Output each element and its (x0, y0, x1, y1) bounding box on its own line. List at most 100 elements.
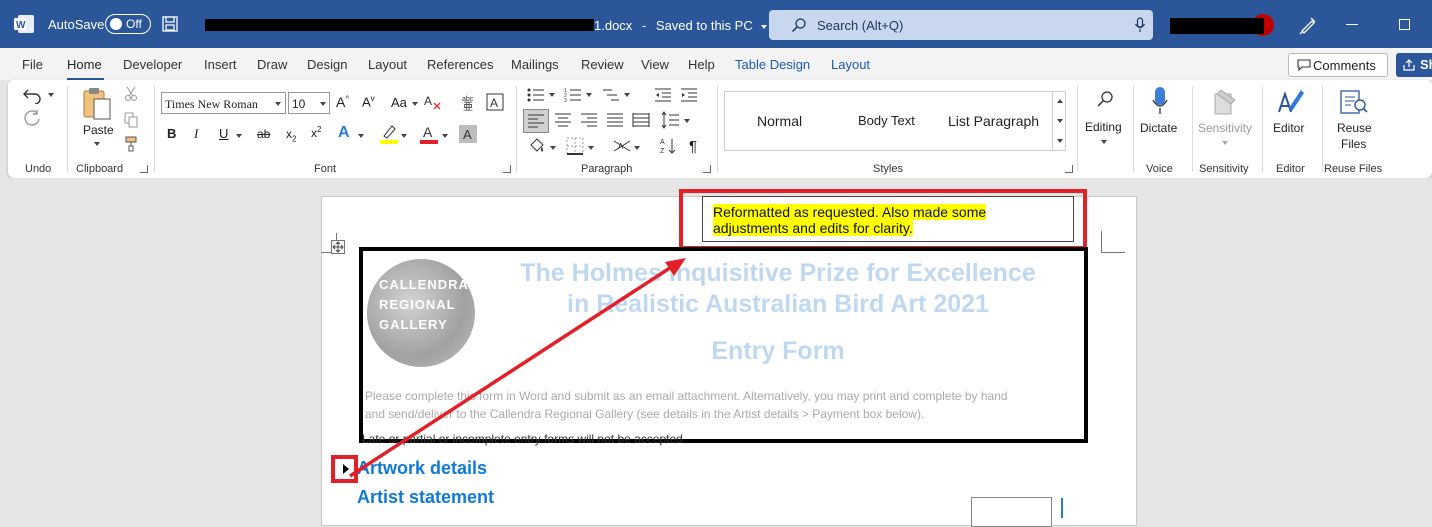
asian-layout-icon[interactable]: A (612, 137, 632, 155)
increase-indent-icon[interactable] (680, 87, 698, 103)
more-styles-icon[interactable] (1057, 139, 1063, 143)
tab-draw[interactable]: Draw (257, 57, 287, 72)
dialog-launcher-icon[interactable] (703, 165, 711, 173)
share-button[interactable]: Sh (1396, 53, 1432, 77)
chevron-down-icon[interactable] (1222, 141, 1228, 145)
font-name-select[interactable]: Times New Roman (161, 92, 286, 114)
distributed-icon[interactable] (632, 112, 650, 128)
grow-font-icon[interactable]: A^ (336, 94, 349, 110)
numbering-icon[interactable]: 123 (564, 87, 582, 103)
dialog-launcher-icon[interactable] (140, 165, 148, 173)
justify-icon[interactable] (606, 112, 624, 128)
multilevel-list-icon[interactable] (602, 87, 620, 103)
tab-references[interactable]: References (427, 57, 493, 72)
autosave-toggle[interactable]: Off (105, 14, 151, 34)
save-icon[interactable] (162, 16, 178, 32)
tab-design[interactable]: Design (307, 57, 347, 72)
subscript-icon[interactable]: x2 (286, 127, 296, 143)
text-effects-icon[interactable]: A (338, 124, 350, 142)
style-list-paragraph[interactable]: List Paragraph (948, 113, 1039, 129)
font-size-select[interactable]: 10 (288, 92, 330, 114)
reuse-files-label-2[interactable]: Files (1341, 137, 1366, 151)
dictate-button[interactable]: Dictate (1140, 121, 1177, 135)
bullets-icon[interactable] (527, 87, 545, 103)
tab-table-layout[interactable]: Layout (831, 57, 870, 72)
maximize-button[interactable] (1399, 19, 1410, 30)
tab-view[interactable]: View (641, 57, 669, 72)
format-painter-icon[interactable] (124, 136, 138, 152)
character-shading-icon[interactable]: A (459, 125, 477, 143)
minimize-button[interactable] (1346, 24, 1358, 25)
superscript-icon[interactable]: x2 (311, 125, 321, 140)
shrink-font-icon[interactable]: Av (362, 94, 375, 109)
bold-icon[interactable]: B (167, 126, 176, 141)
shading-icon[interactable] (528, 137, 546, 155)
chevron-down-icon[interactable] (412, 102, 418, 106)
sensitivity-icon[interactable] (1213, 88, 1237, 116)
pen-icon[interactable] (1298, 15, 1318, 35)
heading-artwork-details[interactable]: Artwork details (357, 458, 487, 479)
copy-icon[interactable] (124, 112, 138, 128)
chevron-down-icon[interactable] (442, 134, 448, 138)
chevron-down-icon[interactable] (624, 93, 630, 97)
text-box-frame[interactable] (971, 497, 1052, 527)
character-border-icon[interactable]: A (486, 93, 504, 111)
chevron-down-icon[interactable] (358, 134, 364, 138)
chevron-down-icon[interactable] (634, 146, 640, 150)
reuse-files-icon[interactable] (1339, 88, 1369, 116)
tab-help[interactable]: Help (688, 57, 715, 72)
borders-icon[interactable] (566, 137, 584, 155)
find-icon[interactable] (1096, 90, 1114, 108)
chevron-down-icon[interactable] (549, 93, 555, 97)
collapse-heading-toggle[interactable] (331, 455, 358, 483)
dialog-launcher-icon[interactable] (1065, 165, 1073, 173)
editing-button[interactable]: Editing (1085, 120, 1122, 134)
editor-button[interactable]: Editor (1273, 121, 1304, 135)
styles-gallery-scroll[interactable] (1052, 91, 1066, 151)
chevron-down-icon[interactable] (586, 93, 592, 97)
chevron-down-icon[interactable] (1057, 119, 1063, 123)
chevron-down-icon[interactable] (684, 119, 690, 123)
microphone-icon[interactable] (1134, 17, 1146, 33)
phonetic-guide-icon[interactable]: abc 亜 (460, 93, 478, 111)
sort-icon[interactable]: AZ (660, 137, 678, 155)
paste-icon[interactable] (82, 87, 112, 121)
editor-pen-icon[interactable] (1277, 86, 1305, 116)
font-color-icon[interactable]: A (420, 124, 438, 144)
chevron-down-icon[interactable] (401, 134, 407, 138)
italic-icon[interactable]: I (194, 126, 198, 142)
decrease-indent-icon[interactable] (654, 87, 672, 103)
chevron-down-icon[interactable] (1101, 140, 1107, 144)
dialog-launcher-icon[interactable] (503, 165, 511, 173)
style-normal[interactable]: Normal (757, 113, 802, 129)
chevron-down-icon[interactable] (588, 146, 594, 150)
chevron-down-icon[interactable] (236, 134, 242, 138)
heading-artist-statement[interactable]: Artist statement (357, 487, 494, 508)
word-icon[interactable]: W (14, 15, 34, 33)
search-input[interactable]: Search (Alt+Q) (769, 10, 1153, 40)
tab-insert[interactable]: Insert (204, 57, 237, 72)
chevron-up-icon[interactable] (1057, 99, 1063, 103)
line-spacing-icon[interactable] (660, 111, 680, 129)
dictate-microphone-icon[interactable] (1151, 86, 1169, 116)
document-title[interactable]: 1.docx - Saved to this PC (594, 18, 768, 33)
tab-developer[interactable]: Developer (123, 57, 182, 72)
chevron-down-icon[interactable] (48, 93, 54, 97)
tab-table-design[interactable]: Table Design (735, 57, 810, 72)
tab-home[interactable]: Home (67, 57, 102, 72)
reuse-files-label-1[interactable]: Reuse (1337, 121, 1372, 135)
highlight-icon[interactable] (380, 124, 398, 144)
table-move-handle[interactable] (331, 240, 345, 254)
align-right-icon[interactable] (580, 112, 598, 128)
align-left-icon[interactable] (523, 109, 549, 133)
tab-layout[interactable]: Layout (368, 57, 407, 72)
tab-file[interactable]: File (22, 57, 43, 72)
cut-icon[interactable] (124, 86, 138, 102)
tab-review[interactable]: Review (581, 57, 624, 72)
clear-formatting-icon[interactable]: A (424, 93, 442, 111)
show-formatting-icon[interactable]: ¶ (689, 138, 697, 155)
tab-mailings[interactable]: Mailings (511, 57, 559, 72)
sensitivity-button[interactable]: Sensitivity (1198, 121, 1252, 135)
chevron-down-icon[interactable] (94, 142, 100, 146)
undo-icon[interactable] (23, 86, 43, 104)
